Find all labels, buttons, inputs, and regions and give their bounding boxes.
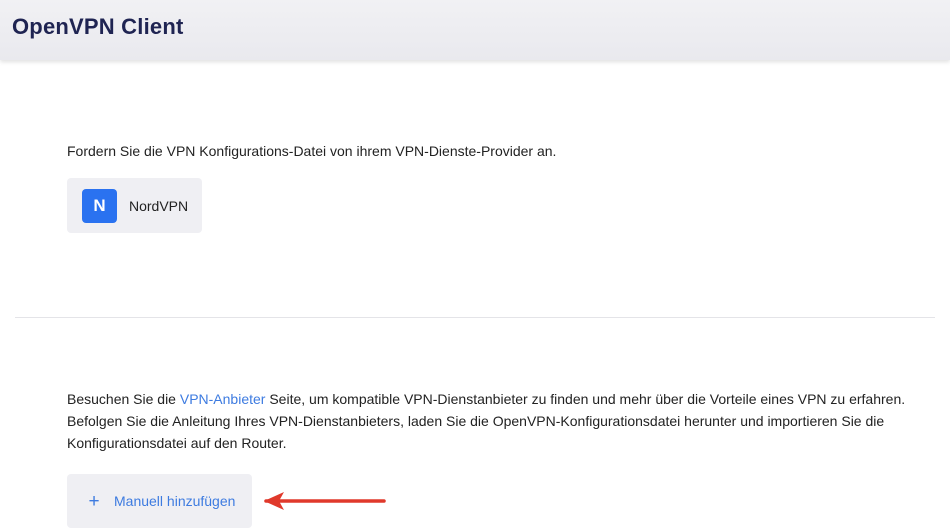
plus-icon: +: [88, 490, 100, 512]
info-line2: Befolgen Sie die Anleitung Ihres VPN-Die…: [67, 413, 885, 451]
info-prefix: Besuchen Sie die: [67, 391, 180, 407]
header-bar: OpenVPN Client: [0, 0, 950, 60]
add-manually-button[interactable]: + Manuell hinzufügen: [67, 474, 252, 528]
provider-card-nordvpn[interactable]: N NordVPN: [67, 178, 202, 233]
red-arrow-annotation: [264, 492, 386, 510]
provider-instruction: Fordern Sie die VPN Konfigurations-Datei…: [67, 143, 557, 159]
provider-name: NordVPN: [129, 197, 189, 214]
nordvpn-logo-icon: N: [82, 188, 117, 223]
vpn-provider-link[interactable]: VPN-Anbieter: [180, 391, 266, 407]
section-divider: [15, 317, 935, 318]
info-line1-rest: Seite, um kompatible VPN-Dienstanbieter …: [265, 391, 906, 407]
add-manually-label: Manuell hinzufügen: [114, 493, 236, 509]
page-title: OpenVPN Client: [12, 14, 184, 39]
info-text: Besuchen Sie die VPN-Anbieter Seite, um …: [67, 388, 907, 454]
